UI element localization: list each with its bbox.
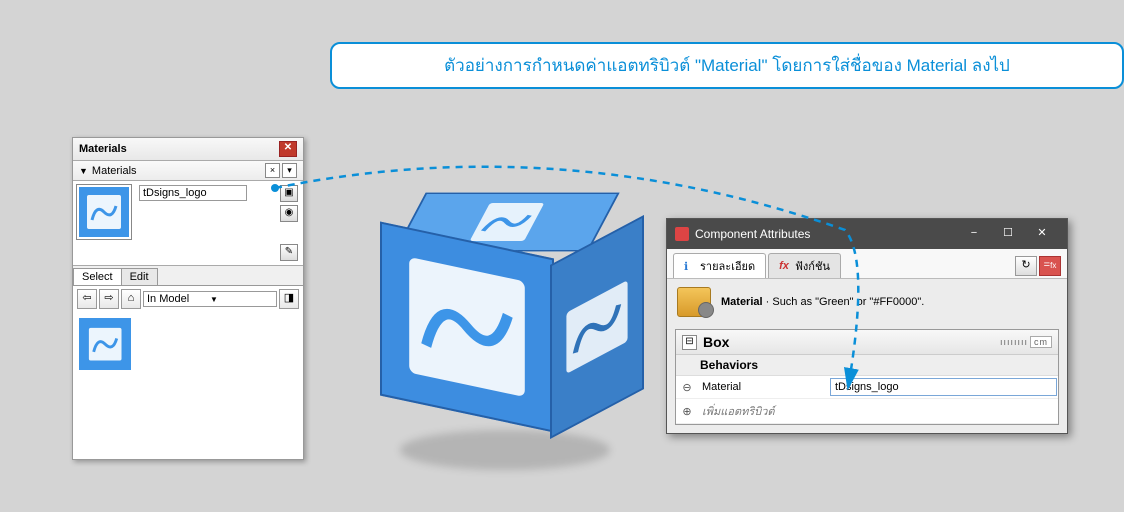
section-behaviors: Behaviors [676, 355, 1058, 376]
close-icon[interactable]: ✕ [1025, 224, 1059, 244]
attr-label: Material [698, 378, 826, 396]
materials-subheader[interactable]: ▼ Materials × ▾ [73, 161, 303, 181]
close-icon[interactable]: ✕ [279, 141, 297, 157]
app-icon [675, 227, 689, 241]
location-value: In Model [147, 293, 210, 305]
tab-edit[interactable]: Edit [121, 268, 158, 285]
subheader-text: Materials [92, 165, 137, 177]
units-indicator[interactable]: ııııııııcm [1000, 336, 1052, 348]
material-value-input[interactable] [830, 378, 1057, 396]
nav-forward-icon[interactable]: ⇨ [99, 289, 119, 309]
nav-back-icon[interactable]: ⇦ [77, 289, 97, 309]
fx-icon: fx [779, 260, 791, 272]
model-viewport-cube [370, 170, 640, 460]
eyedropper-icon[interactable]: ✎ [280, 244, 298, 261]
dropdown-small-icon[interactable]: ▾ [282, 163, 297, 178]
maximize-icon[interactable]: ☐ [991, 224, 1025, 244]
tab-details[interactable]: ℹ รายละเอียด [673, 253, 766, 278]
remove-attr-icon[interactable]: ⊖ [676, 381, 698, 394]
material-preview-swatch[interactable] [77, 185, 131, 239]
attributes-grid: ⊟ Box ııııııııcm Behaviors ⊖ Material ⊕ … [675, 329, 1059, 425]
material-bucket-icon [677, 287, 711, 317]
materials-titlebar[interactable]: Materials ✕ [73, 138, 303, 161]
minimize-icon[interactable]: − [957, 224, 991, 244]
create-material-icon[interactable]: ◉ [280, 205, 298, 222]
component-name: Box [703, 334, 1000, 350]
add-attribute-row[interactable]: ⊕ เพิ่มแอตทริบิวต์ [676, 399, 1058, 424]
material-name-input[interactable] [139, 185, 247, 201]
location-dropdown[interactable]: In Model ▼ [143, 291, 277, 307]
materials-tabs: Select Edit [73, 266, 303, 286]
materials-title-text: Materials [79, 143, 279, 155]
collapse-triangle-icon[interactable]: ▼ [79, 166, 88, 176]
x-small-icon[interactable]: × [265, 163, 280, 178]
details-toggle-icon[interactable]: ◨ [279, 289, 299, 309]
annotation-callout: ตัวอย่างการกำหนดค่าแอตทริบิวต์ "Material… [330, 42, 1124, 89]
collapse-component-icon[interactable]: ⊟ [682, 335, 697, 350]
material-thumb[interactable] [79, 318, 131, 370]
component-title-text: Component Attributes [695, 227, 957, 241]
toggle-formula-icon[interactable]: =fx [1039, 256, 1061, 276]
send-to-model-icon[interactable]: ▣ [280, 185, 298, 202]
refresh-icon[interactable]: ↻ [1015, 256, 1037, 276]
add-attr-icon[interactable]: ⊕ [676, 405, 698, 418]
component-attributes-window: Component Attributes − ☐ ✕ ℹ รายละเอียด … [666, 218, 1068, 434]
tdsigns-logo-icon [86, 325, 124, 363]
attr-row-material: ⊖ Material [676, 376, 1058, 399]
material-thumbnails [73, 312, 303, 459]
info-icon: ℹ [684, 260, 696, 272]
component-titlebar[interactable]: Component Attributes − ☐ ✕ [667, 219, 1067, 249]
tab-select[interactable]: Select [73, 268, 122, 285]
tdsigns-logo-icon [84, 192, 124, 232]
chevron-down-icon: ▼ [210, 295, 273, 304]
tab-functions[interactable]: fx ฟังก์ชัน [768, 253, 841, 278]
materials-panel: Materials ✕ ▼ Materials × ▾ ▣ ◉ ✎ Select… [72, 137, 304, 460]
nav-home-icon[interactable]: ⌂ [121, 289, 141, 309]
attribute-description: Material · Such as "Green" or "#FF0000". [667, 279, 1067, 325]
